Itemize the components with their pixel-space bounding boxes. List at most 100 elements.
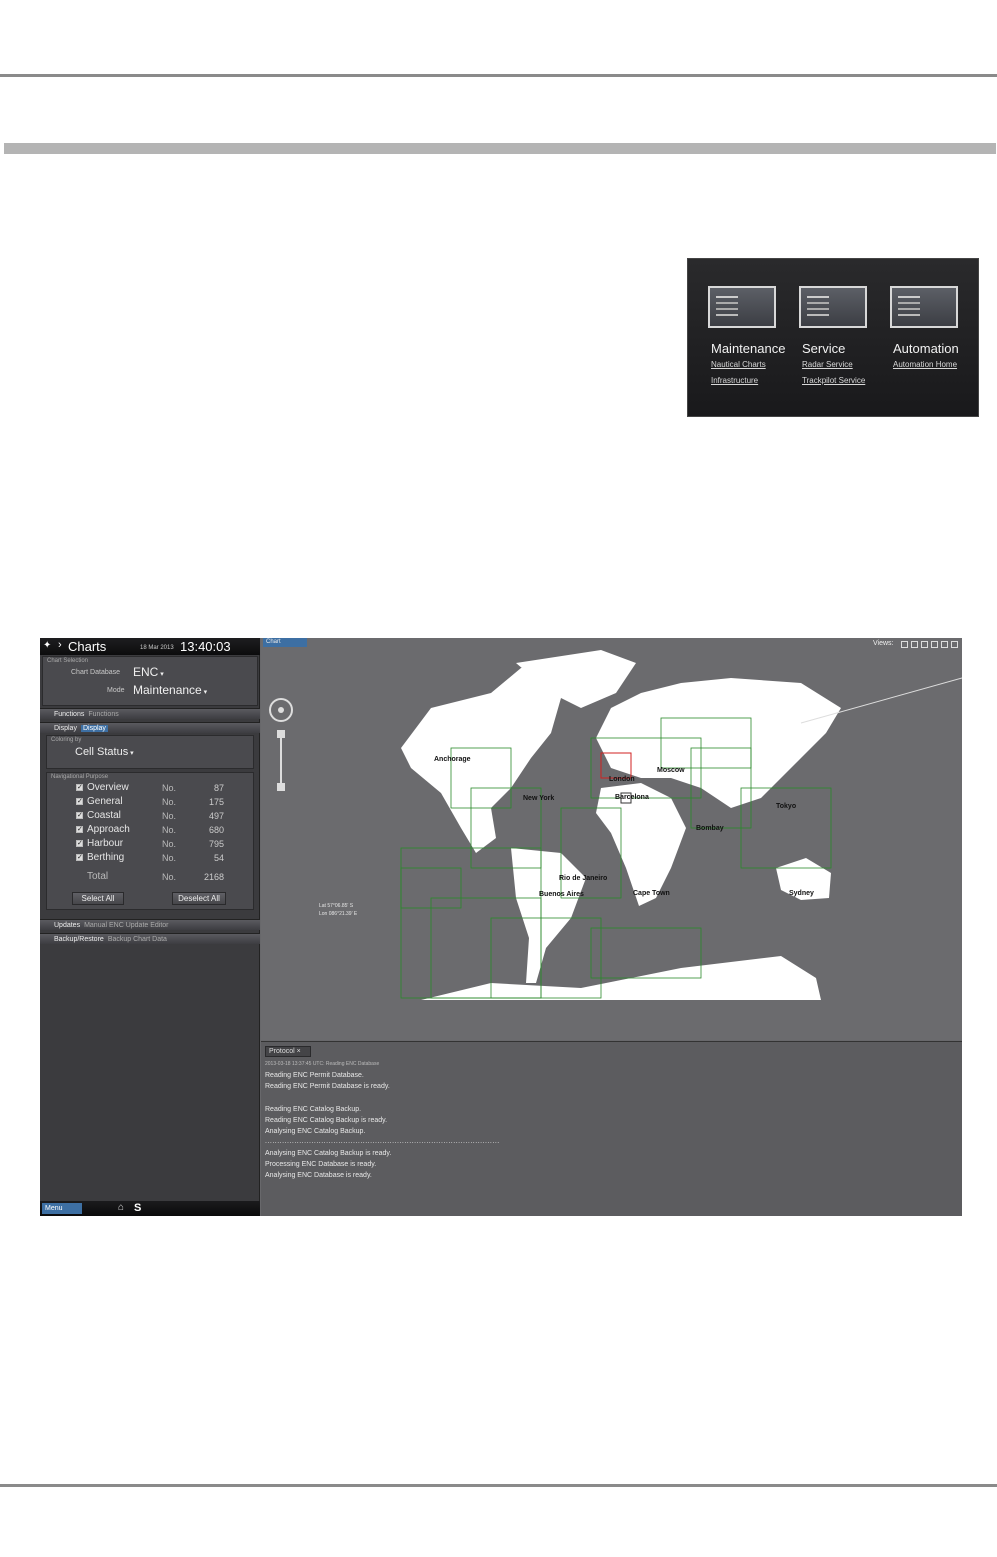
total-count: 2168	[204, 872, 225, 882]
functions-bar-sub: Functions	[88, 711, 119, 718]
city-label: New York	[523, 795, 554, 802]
class-count: 497	[208, 811, 224, 821]
city-label: Rio de Janeiro	[559, 875, 607, 882]
mode-value: Maintenance	[133, 683, 202, 697]
charts-application: ✦ › Charts 18 Mar 2013 13:40:03 UTC Char…	[40, 638, 962, 1216]
service-title[interactable]: Service	[802, 341, 867, 356]
log-line: Processing ENC Database is ready.	[265, 1161, 377, 1168]
tab-protocol[interactable]: Protocol ×	[265, 1046, 311, 1057]
class-row-berthing[interactable]: ✓ Berthing No. 54	[76, 852, 246, 866]
chart-map-area[interactable]: Chart Views: Anchorage New York London M…	[261, 638, 962, 1040]
lat-readout: Lat 57°06.85' S	[319, 903, 353, 909]
automation-home-link[interactable]: Automation Home	[893, 360, 958, 369]
backup-bar-sub: Backup Chart Data	[107, 936, 167, 943]
city-label: Anchorage	[434, 756, 471, 763]
nautical-charts-link[interactable]: Nautical Charts	[711, 360, 776, 369]
back-arrow-icon[interactable]: ›	[58, 639, 62, 651]
maintenance-thumbnail-icon[interactable]	[708, 286, 776, 328]
checkbox-icon[interactable]: ✓	[76, 826, 83, 833]
home-icon[interactable]: ⌂	[118, 1202, 124, 1213]
dashboard-service[interactable]: Service Radar Service Trackpilot Service	[779, 286, 867, 385]
chart-database-value: ENC	[133, 665, 159, 679]
mode-dropdown[interactable]: Maintenance ▾	[133, 683, 207, 697]
class-name: Berthing	[87, 852, 125, 863]
class-row-harbour[interactable]: ✓ Harbour No. 795	[76, 838, 246, 852]
lon-readout: Lon 086°21.39' E	[319, 911, 357, 917]
footer-rule	[0, 1484, 997, 1487]
coloring-dropdown[interactable]: Cell Status ▾	[75, 746, 134, 758]
class-count: 175	[208, 797, 224, 807]
close-icon[interactable]: ×	[297, 1048, 301, 1055]
log-line: Reading ENC Permit Database is ready.	[265, 1083, 390, 1090]
landmass-africa	[596, 783, 686, 906]
automation-title[interactable]: Automation	[893, 341, 959, 356]
functions-bar-label: Functions	[54, 711, 85, 718]
service-thumbnail-icon[interactable]	[799, 286, 867, 328]
trackpilot-service-link[interactable]: Trackpilot Service	[802, 376, 867, 385]
class-row-approach[interactable]: ✓ Approach No. 680	[76, 824, 246, 838]
dashboard-maintenance[interactable]: Maintenance Nautical Charts Infrastructu…	[688, 286, 785, 385]
functions-bar[interactable]: Functions Functions	[40, 708, 260, 719]
maintenance-title[interactable]: Maintenance	[711, 341, 785, 356]
updates-bar-label: Updates	[54, 922, 81, 929]
class-name: Approach	[87, 824, 130, 835]
chart-database-label: Chart Database	[71, 669, 121, 676]
city-label: London	[609, 776, 635, 783]
city-label: Tokyo	[776, 803, 796, 810]
sidebar: ✦ › Charts 18 Mar 2013 13:40:03 UTC Char…	[40, 638, 260, 1216]
menu-button[interactable]: Menu	[42, 1203, 82, 1214]
select-all-button[interactable]: Select All	[72, 892, 124, 905]
star-icon[interactable]: ✦	[43, 640, 51, 651]
checkbox-icon[interactable]: ✓	[76, 840, 83, 847]
sidebar-header: ✦ › Charts 18 Mar 2013 13:40:03 UTC	[40, 638, 260, 669]
class-row-total: Total No. 2168	[76, 871, 246, 885]
header-date: 18 Mar 2013	[140, 645, 174, 651]
lat-label: Lat	[319, 903, 326, 909]
log-line: Reading ENC Catalog Backup.	[265, 1106, 362, 1113]
infrastructure-link[interactable]: Infrastructure	[711, 376, 776, 385]
class-no: No.	[162, 853, 177, 863]
log-line: Analysing ENC Catalog Backup is ready.	[265, 1150, 392, 1157]
world-map[interactable]: Anchorage New York London Moscow Barcelo…	[261, 638, 962, 1040]
backup-restore-bar[interactable]: Backup/Restore Backup Chart Data	[40, 933, 260, 944]
automation-thumbnail-icon[interactable]	[890, 286, 958, 328]
s-label[interactable]: S	[134, 1202, 141, 1214]
checkbox-icon[interactable]: ✓	[76, 854, 83, 861]
deselect-all-button[interactable]: Deselect All	[172, 892, 226, 905]
class-row-coastal[interactable]: ✓ Coastal No. 497	[76, 810, 246, 824]
zoom-in-icon	[277, 730, 285, 738]
radar-service-link[interactable]: Radar Service	[802, 360, 867, 369]
total-no: No.	[162, 872, 177, 882]
pan-center-icon	[278, 707, 284, 713]
city-label: Cape Town	[633, 890, 670, 897]
checkbox-icon[interactable]: ✓	[76, 812, 83, 819]
lat-value: 57°06.85' S	[327, 903, 354, 909]
class-name: General	[87, 796, 123, 807]
checkbox-icon[interactable]: ✓	[76, 798, 83, 805]
class-no: No.	[162, 783, 177, 793]
class-name: Coastal	[87, 810, 121, 821]
class-row-overview[interactable]: ✓ Overview No. 87	[76, 782, 246, 796]
display-bar[interactable]: Display Display	[40, 722, 260, 733]
log-line: Reading ENC Catalog Backup is ready.	[265, 1117, 388, 1124]
chart-selection-panel: Chart Selection Chart Database ENC ▾ Mod…	[42, 656, 258, 706]
city-label: Sydney	[789, 890, 814, 897]
class-row-general[interactable]: ✓ General No. 175	[76, 796, 246, 810]
coloring-panel: Coloring by Cell Status ▾	[46, 735, 254, 769]
checkbox-icon[interactable]: ✓	[76, 784, 83, 791]
header-rule	[0, 74, 997, 77]
dashboard-automation[interactable]: Automation Automation Home	[870, 286, 959, 369]
class-no: No.	[162, 797, 177, 807]
display-bar-label: Display	[54, 725, 77, 732]
class-count: 680	[208, 825, 224, 835]
log-line: Analysing ENC Catalog Backup.	[265, 1128, 366, 1135]
zoom-out-icon	[277, 783, 285, 791]
coloring-label: Coloring by	[51, 737, 82, 743]
class-no: No.	[162, 811, 177, 821]
chart-database-dropdown[interactable]: ENC ▾	[133, 665, 164, 679]
class-count: 54	[213, 853, 224, 863]
sidebar-footer: Menu ⌂ S	[40, 1201, 260, 1216]
class-count: 795	[208, 839, 224, 849]
city-label: Barcelona	[615, 794, 649, 801]
updates-bar[interactable]: Updates Manual ENC Update Editor	[40, 919, 260, 930]
